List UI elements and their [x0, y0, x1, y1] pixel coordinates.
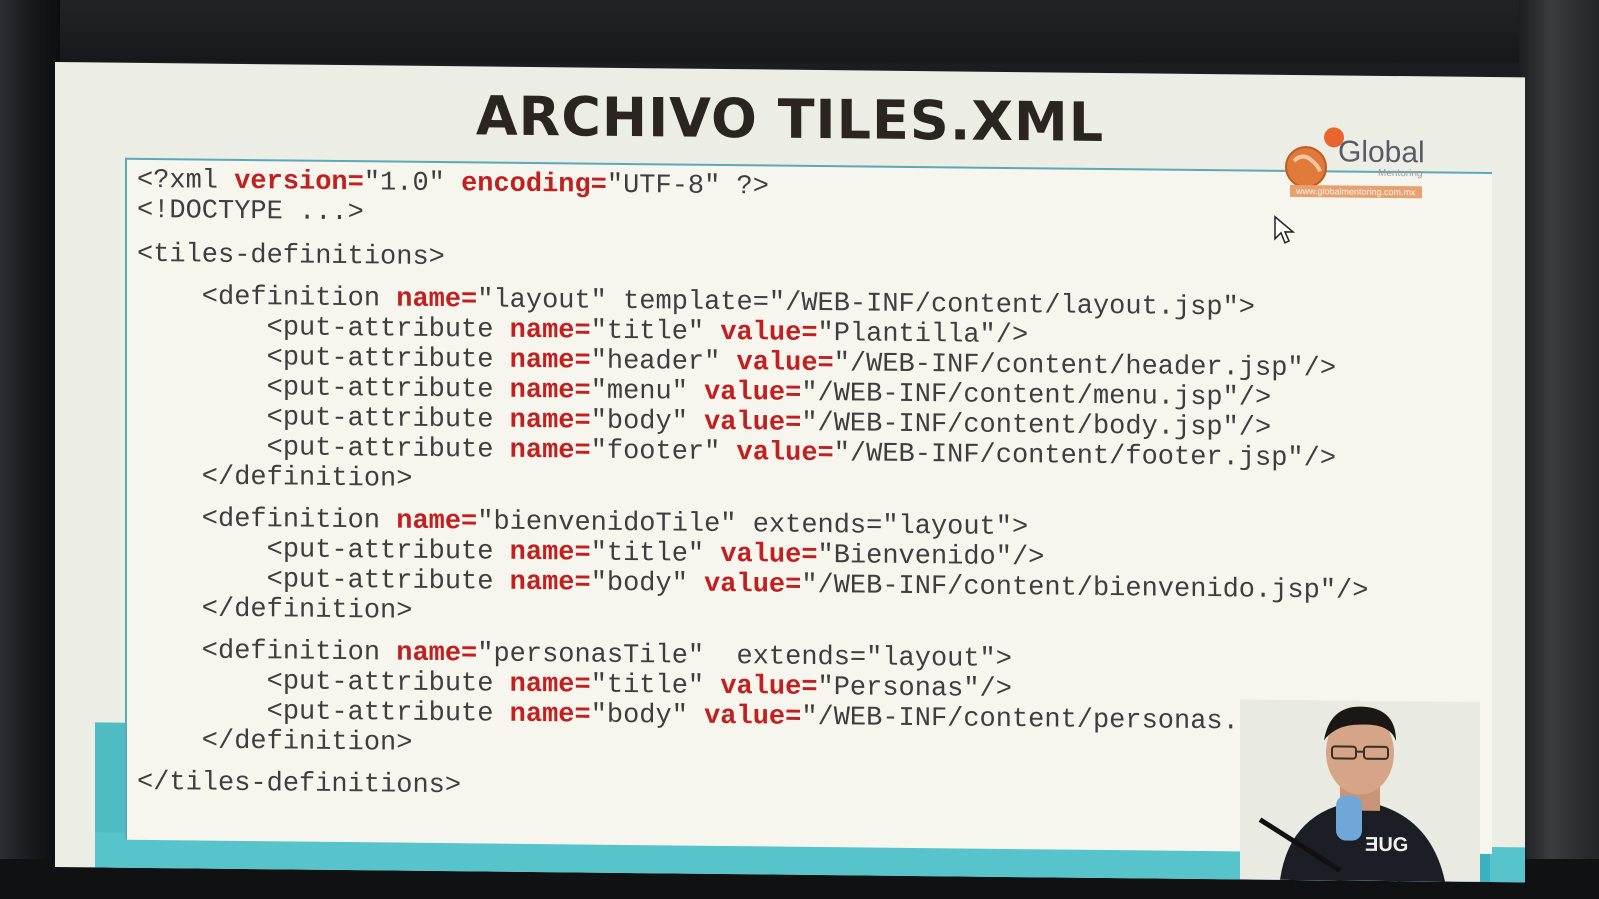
code-keyword: value= [720, 539, 818, 571]
code-text: "body" [590, 406, 705, 438]
code-keyword: name= [509, 567, 591, 599]
code-keyword: name= [396, 506, 478, 538]
code-text: "header" [590, 346, 737, 379]
code-text: <put-attribute [137, 431, 510, 466]
code-keyword: encoding= [461, 169, 607, 201]
code-keyword: value= [704, 407, 802, 439]
code-text: <put-attribute [137, 401, 510, 436]
code-keyword: version= [234, 166, 364, 199]
code-text: <definition [137, 281, 397, 315]
code-text: <definition [137, 503, 397, 537]
code-text: "Personas"/> [817, 672, 1012, 706]
code-text: <tiles-definitions> [137, 239, 445, 274]
code-text: <put-attribute [137, 665, 510, 700]
code-keyword: value= [704, 701, 802, 733]
code-text: <put-attribute [137, 341, 510, 376]
code-text: "Bienvenido"/> [817, 540, 1045, 574]
code-text: "/WEB-INF/content/menu.jsp"/> [801, 378, 1272, 414]
svg-text:ƎUG: ƎUG [1365, 834, 1408, 856]
code-text: <put-attribute [137, 533, 510, 568]
xml-code-block: <?xml version="1.0" encoding="UTF-8" ?> <… [137, 166, 1368, 811]
code-text: "title" [590, 538, 721, 570]
code-text: "/WEB-INF/content/body.jsp"/> [801, 408, 1272, 444]
monitor-bezel-right [1519, 0, 1599, 899]
code-text: "/WEB-INF/content/personas.jsp [801, 702, 1288, 738]
code-text: </definition> [137, 593, 413, 627]
code-keyword: value= [736, 438, 834, 470]
presenter-webcam: ƎUG [1240, 699, 1480, 882]
code-text: "body" [590, 700, 705, 732]
code-keyword: name= [509, 699, 591, 731]
code-text: </definition> [137, 461, 413, 495]
code-keyword: name= [509, 315, 591, 347]
code-text: <?xml [137, 165, 235, 197]
code-text: <!DOCTYPE ...> [137, 195, 364, 229]
code-text: <put-attribute [137, 695, 510, 730]
code-keyword: name= [509, 405, 591, 437]
code-text: "title" [590, 316, 721, 348]
code-text: "body" [590, 568, 705, 600]
logo-subtitle: Mentoring [1378, 167, 1423, 180]
code-line-tiles-open: <tiles-definitions> [137, 240, 1368, 283]
code-text: <put-attribute [137, 311, 510, 346]
code-text: </definition> [137, 725, 413, 759]
code-keyword: name= [509, 375, 591, 407]
code-keyword: value= [720, 317, 818, 349]
code-text: <definition [137, 635, 397, 669]
code-text: "1.0" [363, 168, 462, 200]
code-keyword: name= [509, 669, 591, 701]
code-keyword: name= [509, 345, 591, 377]
code-text: <put-attribute [137, 563, 510, 598]
monitor-bezel-top [0, 0, 1599, 62]
code-text: "/WEB-INF/content/bienvenido.jsp"/> [801, 570, 1369, 607]
code-keyword: name= [396, 284, 478, 316]
code-keyword: value= [720, 671, 818, 703]
code-text: "title" [590, 670, 721, 702]
code-text: <put-attribute [137, 371, 510, 406]
code-keyword: name= [396, 638, 478, 670]
code-text: "footer" [590, 436, 737, 469]
logo-text: Global [1338, 135, 1425, 170]
presentation-slide: ARCHIVO TILES.XML <?xml version="1.0" en… [55, 62, 1525, 883]
code-keyword: value= [704, 569, 802, 601]
logo-url: www.globalmentoring.com.mx [1290, 184, 1422, 199]
code-keyword: value= [736, 348, 834, 380]
code-keyword: value= [704, 377, 802, 409]
code-text: "UTF-8" ?> [606, 170, 769, 203]
code-text: "/WEB-INF/content/footer.jsp"/> [833, 439, 1337, 475]
code-text: "menu" [590, 376, 705, 408]
code-keyword: name= [509, 435, 591, 467]
monitor-bezel-left [0, 0, 60, 899]
code-keyword: name= [509, 537, 591, 569]
code-text: "Plantilla"/> [817, 318, 1029, 352]
global-mentoring-logo: Global Mentoring www.globalmentoring.com… [1280, 123, 1470, 215]
mouse-pointer-icon [1274, 215, 1295, 244]
code-line-tiles-close: </tiles-definitions> [137, 768, 1368, 811]
code-text: </tiles-definitions> [137, 767, 462, 802]
